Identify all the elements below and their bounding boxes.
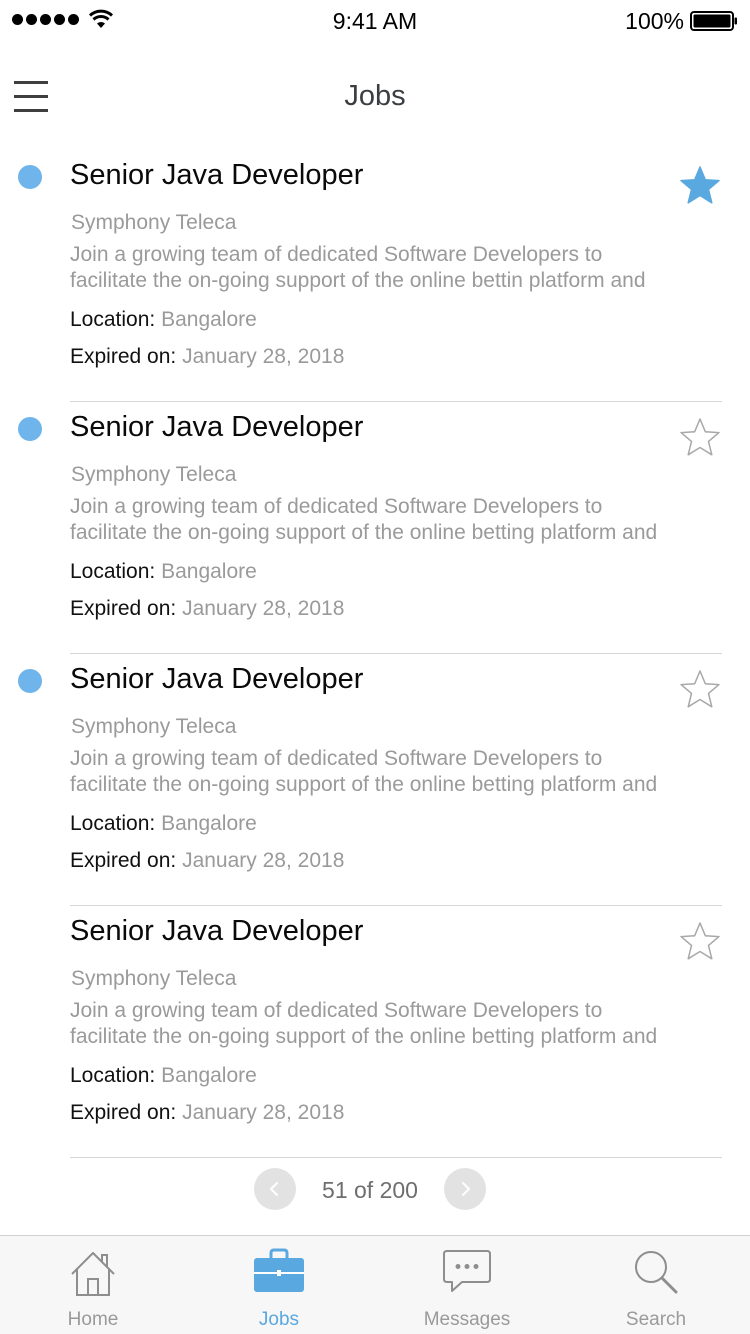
company-name: Symphony Teleca [71,463,237,486]
location-value: Bangalore [161,560,257,583]
chevron-left-icon [270,1182,278,1196]
tab-label: Home [67,1309,119,1330]
job-description-line: Join a growing team of dedicated Softwar… [70,495,603,518]
search-icon [635,1251,678,1294]
unread-indicator-dot [18,165,42,189]
company-name: Symphony Teleca [71,715,237,738]
page-indicator: 51 of 200 [322,1177,418,1203]
company-name: Symphony Teleca [71,967,237,990]
tab-label: Search [625,1309,687,1330]
pagination: 51 of 200 [0,1160,750,1220]
expired-value: January 28, 2018 [182,849,345,872]
expired-value: January 28, 2018 [182,1101,345,1124]
navigation-bar: Jobs [0,40,750,150]
location-value: Bangalore [161,812,257,835]
page-title: Jobs [344,80,406,112]
job-list-item[interactable]: Senior Java Developer Symphony Teleca Jo… [0,654,750,906]
location-value: Bangalore [161,308,257,331]
favorite-star-icon[interactable] [678,164,722,208]
tab-home[interactable]: Home [23,1236,163,1334]
battery-percentage: 100% [625,8,684,34]
tab-jobs[interactable]: Jobs [209,1236,349,1334]
job-description: Join a growing team of dedicated Softwar… [70,998,720,1050]
job-expiry: Expired on: January 28, 2018 [70,345,344,369]
expired-label: Expired on: [70,597,177,620]
job-description-line: facilitate the on-going support of the o… [70,773,658,796]
expired-value: January 28, 2018 [182,345,345,368]
home-icon [71,1252,115,1296]
job-description: Join a growing team of dedicated Softwar… [70,494,720,546]
job-description: Join a growing team of dedicated Softwar… [70,242,720,294]
job-location: Location: Bangalore [70,812,257,836]
job-description-line: facilitate the on-going support of the o… [70,521,658,544]
job-expiry: Expired on: January 28, 2018 [70,1101,344,1125]
job-description: Join a growing team of dedicated Softwar… [70,746,720,798]
job-description-line: facilitate the on-going support of the o… [70,1025,658,1048]
job-expiry: Expired on: January 28, 2018 [70,597,344,621]
tab-bar: Home Jobs Messages Search [0,1235,750,1334]
job-title: Senior Java Developer [70,915,364,947]
unread-indicator-dot [18,417,42,441]
row-divider [70,1157,722,1158]
tab-messages[interactable]: Messages [397,1236,537,1334]
expired-label: Expired on: [70,1101,177,1124]
previous-page-button[interactable] [254,1168,296,1210]
tab-search[interactable]: Search [586,1236,726,1334]
job-title: Senior Java Developer [70,159,364,191]
job-list-item[interactable]: Senior Java Developer Symphony Teleca Jo… [0,150,750,402]
expired-label: Expired on: [70,849,177,872]
location-value: Bangalore [161,1064,257,1087]
company-name: Symphony Teleca [71,211,237,234]
location-label: Location: [70,1064,156,1087]
location-label: Location: [70,308,156,331]
next-page-button[interactable] [444,1168,486,1210]
job-description-line: facilitate the on-going support of the o… [70,269,646,292]
tab-label: Messages [423,1309,511,1330]
job-description-line: Join a growing team of dedicated Softwar… [70,747,603,770]
favorite-star-icon[interactable] [678,920,722,964]
chevron-right-icon [462,1182,470,1196]
location-label: Location: [70,812,156,835]
status-bar: 9:41 AM 100% [0,0,750,40]
job-location: Location: Bangalore [70,1064,257,1088]
tab-label: Jobs [258,1309,300,1330]
briefcase-icon [254,1248,304,1292]
chat-bubble-icon [443,1250,491,1292]
job-expiry: Expired on: January 28, 2018 [70,849,344,873]
job-location: Location: Bangalore [70,560,257,584]
expired-label: Expired on: [70,345,177,368]
job-description-line: Join a growing team of dedicated Softwar… [70,243,603,266]
job-list: Senior Java Developer Symphony Teleca Jo… [0,150,750,1158]
job-title: Senior Java Developer [70,663,364,695]
job-title: Senior Java Developer [70,411,364,443]
favorite-star-icon[interactable] [678,416,722,460]
job-location: Location: Bangalore [70,308,257,332]
expired-value: January 28, 2018 [182,597,345,620]
favorite-star-icon[interactable] [678,668,722,712]
job-list-item[interactable]: Senior Java Developer Symphony Teleca Jo… [0,402,750,654]
job-list-item[interactable]: Senior Java Developer Symphony Teleca Jo… [0,906,750,1158]
location-label: Location: [70,560,156,583]
battery-icon [690,11,737,31]
unread-indicator-dot [18,669,42,693]
job-description-line: Join a growing team of dedicated Softwar… [70,999,603,1022]
